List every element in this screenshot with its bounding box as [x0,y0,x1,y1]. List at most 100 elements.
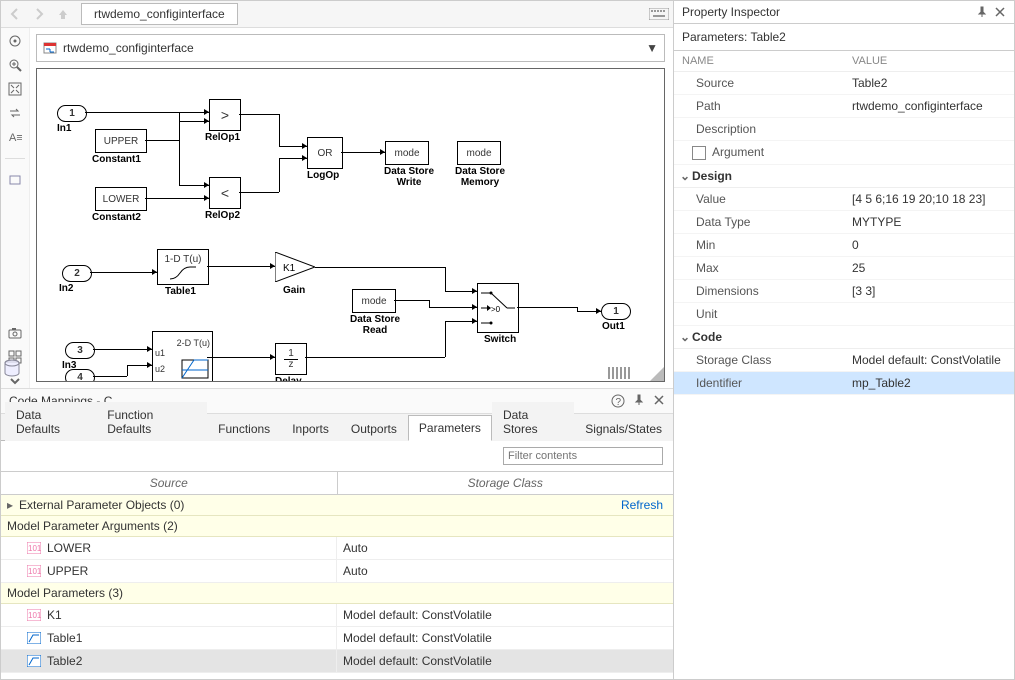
tab-parameters[interactable]: Parameters [408,415,492,441]
label-dsw: Data StoreWrite [379,166,439,188]
tab-inports[interactable]: Inports [281,416,340,441]
keyboard-icon [649,8,669,20]
label-relop1: RelOp1 [205,132,240,143]
tab-outports[interactable]: Outports [340,416,408,441]
svg-text:A≡: A≡ [9,132,22,144]
block-constant1[interactable]: UPPER [95,129,147,153]
tool-target-icon[interactable] [6,34,24,48]
table-row-selected[interactable]: Table2 Model default: ConstVolatile [1,650,673,673]
block-dsw[interactable]: mode [385,141,429,165]
svg-text:101: 101 [28,611,41,620]
argument-checkbox[interactable] [692,146,706,160]
label-dsm: Data StoreMemory [447,166,513,188]
label-gain: Gain [283,285,305,296]
table-row[interactable]: 101LOWER Auto [1,537,673,560]
port-out1[interactable]: 1 [601,303,631,320]
label-constant2: Constant2 [92,212,141,223]
label-in1: In1 [57,123,71,134]
block-table2[interactable]: 2-D T(u) u1 u2 [152,331,213,382]
svg-text:K1: K1 [283,263,296,274]
block-relop1[interactable]: > [209,99,241,131]
model-tab[interactable]: rtwdemo_configinterface [81,3,238,25]
block-delay[interactable]: 1z [275,343,307,375]
chevron-down-icon: ⌄ [1,519,3,533]
tab-signals-states[interactable]: Signals/States [574,416,673,441]
label-delay: Delay [275,376,302,382]
resize-corner-icon[interactable] [650,367,664,381]
svg-text:?: ? [616,397,622,408]
block-diagram-canvas[interactable]: 1 In1 2 In2 3 In3 4 In4 1 Out1 UPPER Con… [36,68,665,382]
port-in1[interactable]: 1 [57,105,87,122]
svg-text:101: 101 [28,544,41,553]
tool-fit-icon[interactable] [6,82,24,96]
nav-up-button[interactable] [53,4,73,24]
chevron-down-icon: ⌄ [680,169,692,183]
tab-data-stores[interactable]: Data Stores [492,402,574,441]
param-icon: 101 [27,565,41,577]
table-row[interactable]: Table1 Model default: ConstVolatile [1,627,673,650]
tool-text-icon[interactable]: A≡ [6,130,24,144]
inspector-subtitle: Parameters: Table2 [674,24,1014,51]
prop-source-label: Source [674,72,844,94]
block-switch[interactable]: >0 [477,283,519,333]
port-in3[interactable]: 3 [65,342,95,359]
section-code[interactable]: ⌄Code [674,326,1014,349]
prop-path-value[interactable]: rtwdemo_configinterface [844,95,1014,117]
block-logop[interactable]: OR [307,137,343,169]
port-in2[interactable]: 2 [62,265,92,282]
resize-hatch-icon [608,367,632,379]
group-external-param[interactable]: ▸ External Parameter Objects (0) Refresh [1,495,673,516]
tab-functions[interactable]: Functions [207,416,281,441]
block-table1[interactable]: 1-D T(u) [157,249,209,285]
path-dropdown-icon[interactable]: ▼ [646,41,658,55]
col-source: Source [1,472,338,494]
nav-forward-button[interactable] [29,4,49,24]
label-table1: Table1 [165,286,196,297]
code-mappings-tabs: Data Defaults Function Defaults Function… [1,414,673,441]
port-in4[interactable]: 4 [65,369,95,382]
table-row[interactable]: 101UPPER Auto [1,560,673,583]
block-dsr[interactable]: mode [352,289,396,313]
group-model-params[interactable]: ⌄ Model Parameters (3) [1,583,673,604]
nav-back-button[interactable] [5,4,25,24]
help-icon[interactable]: ? [611,394,625,408]
svg-text:>0: >0 [491,305,501,314]
close-icon[interactable] [653,394,665,408]
prop-desc-value[interactable] [844,118,1014,140]
database-icon[interactable] [1,358,23,380]
col-name: NAME [674,51,844,71]
tool-swap-icon[interactable] [6,106,24,120]
tool-rect-icon[interactable] [6,173,24,187]
chevron-right-icon: ▸ [7,498,19,512]
table-row[interactable]: 101K1 Model default: ConstVolatile [1,604,673,627]
tool-camera-icon[interactable] [6,326,24,340]
group-model-param-args[interactable]: ⌄ Model Parameter Arguments (2) [1,516,673,537]
svg-text:101: 101 [28,567,41,576]
chevron-down-icon: ⌄ [1,586,3,600]
prop-argument-label: Argument [712,145,764,159]
prop-source-value[interactable]: Table2 [844,72,1014,94]
tool-zoom-icon[interactable] [6,58,24,72]
lut-icon [27,632,41,644]
col-value: VALUE [844,51,1014,71]
refresh-link[interactable]: Refresh [621,498,667,512]
param-icon: 101 [27,542,41,554]
close-icon[interactable] [994,6,1006,18]
pin-icon[interactable] [633,394,645,408]
pin-icon[interactable] [976,6,988,18]
prop-desc-label: Description [674,118,844,140]
chevron-down-icon: ⌄ [680,330,692,344]
section-design[interactable]: ⌄Design [674,165,1014,188]
block-dsm[interactable]: mode [457,141,501,165]
tab-data-defaults[interactable]: Data Defaults [5,402,96,441]
block-constant2[interactable]: LOWER [95,187,147,211]
block-gain[interactable]: K1 [275,252,315,282]
model-icon [43,41,57,55]
label-switch: Switch [484,334,516,345]
filter-input[interactable] [503,447,663,465]
label-dsr: Data StoreRead [345,314,405,336]
path-text: rtwdemo_configinterface [63,41,194,55]
tab-function-defaults[interactable]: Function Defaults [96,402,207,441]
prop-path-label: Path [674,95,844,117]
block-relop2[interactable]: < [209,177,241,209]
